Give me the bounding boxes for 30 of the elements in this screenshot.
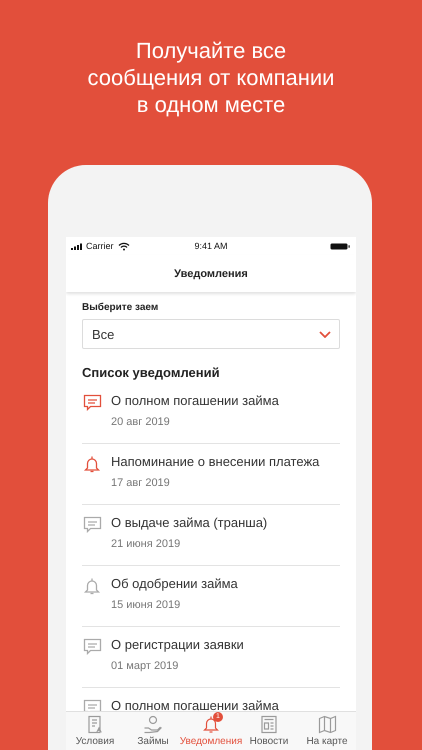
notification-date: 20 авг 2019 [111,415,171,429]
map-icon [318,715,336,734]
newspaper-icon [260,715,278,734]
notification-title[interactable]: О полном погашении займа [111,393,279,409]
document-icon [86,715,104,734]
tab[interactable]: Условия [66,712,124,750]
bell-icon [202,715,220,734]
status-time: 9:41 AM [194,241,228,251]
battery-icon [330,242,350,250]
notification-title[interactable]: О регистрации заявки [111,637,244,653]
chevron-down-icon [319,330,331,338]
notification-title[interactable]: О полном погашении займа [111,698,279,711]
wifi-icon [118,242,130,250]
loan-dropdown[interactable]: Все [82,319,340,349]
field-label: Выберите заем [82,301,160,315]
notification-date: 01 март 2019 [111,659,180,673]
notification-date: 17 авг 2019 [111,476,171,490]
notification-title[interactable]: Об одобрении займа [111,576,238,592]
tab[interactable]: Новости [240,712,298,750]
section-title: Список уведомлений [82,365,221,381]
notification-title[interactable]: Напоминание о внесении платежа [111,454,320,470]
coin-hand-icon [143,715,163,734]
notification-date: 15 июня 2019 [111,598,182,612]
tab[interactable]: На карте [298,712,356,750]
screen-title: Уведомления [174,268,248,280]
notification-title[interactable]: О выдаче займа (транша) [111,515,268,531]
promo-headline: Получайте все сообщения от компании в одном месте [86,37,336,118]
signal-icon [71,242,82,250]
notification-date: 21 июня 2019 [111,537,182,551]
carrier-name: Carrier [86,241,114,251]
